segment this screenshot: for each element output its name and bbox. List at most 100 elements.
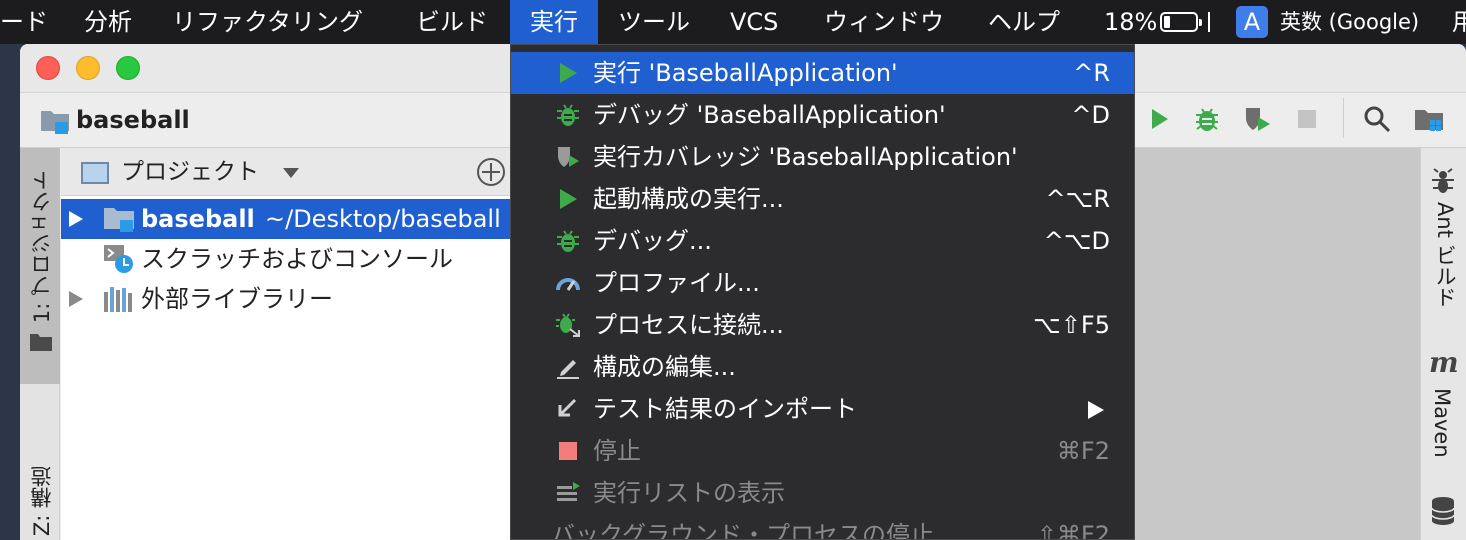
menu-item-label: デバッグ 'BaseballApplication' (593, 101, 946, 129)
project-folder-icon (41, 111, 69, 134)
scratches-console-icon (104, 245, 133, 273)
menu-item-label: 停止 (593, 437, 641, 465)
tree-item-scratches[interactable]: スクラッチおよびコンソール (61, 239, 511, 279)
run-icon (560, 189, 577, 209)
tab-project-label: 1: プロジェクト (30, 170, 54, 324)
debug-icon (557, 104, 579, 126)
menu-item-edit-config[interactable]: 構成の編集... (511, 346, 1134, 388)
maven-icon: m (1429, 346, 1459, 379)
menu-item-run-coverage[interactable]: 実行カバレッジ 'BaseballApplication' (511, 136, 1134, 178)
tab-ant-build[interactable]: Ant ビルド (1430, 202, 1460, 308)
import-arrow-icon (558, 398, 577, 417)
menu-refactor[interactable]: リファクタリング (172, 0, 363, 44)
menu-item-label: バックグラウンド・プロセスの停止... (551, 521, 957, 540)
search-icon[interactable] (1362, 104, 1392, 134)
run-with-coverage-icon (558, 147, 579, 167)
menu-item-shortcut: ^⌥D (1043, 227, 1110, 255)
tree-item-label: スクラッチおよびコンソール (141, 245, 453, 273)
menu-window[interactable]: ウィンドウ (824, 0, 944, 44)
close-window-button[interactable] (36, 56, 60, 80)
run-dropdown-menu: 実行 'BaseballApplication' ^R デバッグ 'Baseba… (510, 44, 1135, 540)
menu-item-debug[interactable]: デバッグ... ^⌥D (511, 220, 1134, 262)
battery-icon[interactable] (1160, 12, 1202, 32)
zoom-window-button[interactable] (116, 56, 140, 80)
input-method-label[interactable]: 英数 (Google) (1280, 0, 1419, 44)
editor-area (1130, 148, 1420, 540)
menu-item-shortcut: ⌥⇧F5 (1033, 311, 1110, 339)
expand-arrow-icon[interactable] (69, 291, 83, 307)
project-panel-header: プロジェクト (61, 148, 511, 196)
project-tool-window: プロジェクト baseball ~/Desktop/baseball スクラッチ… (61, 148, 511, 540)
debug-icon (557, 230, 579, 252)
project-view-selector[interactable]: プロジェクト (121, 148, 259, 196)
menu-item-shortcut: ^R (1073, 59, 1110, 87)
menu-item-stop[interactable]: 停止 ⌘F2 (511, 430, 1134, 472)
menu-run[interactable]: 実行 (510, 0, 598, 44)
menu-item-import-tests[interactable]: テスト結果のインポート (511, 388, 1134, 430)
menu-item-shortcut: ^⌥R (1045, 185, 1110, 213)
menu-item-label: 実行 'BaseballApplication' (593, 59, 898, 87)
menu-item-shortcut: ^D (1071, 101, 1110, 129)
battery-tip-icon (1208, 12, 1210, 32)
menu-item-attach-process[interactable]: プロセスに接続... ⌥⇧F5 (511, 304, 1134, 346)
menu-item-shortcut: ⌘F2 (1056, 437, 1110, 465)
tab-project[interactable]: 1: プロジェクト (20, 148, 60, 384)
run-icon[interactable] (1144, 104, 1174, 134)
input-method-icon[interactable]: A (1236, 6, 1268, 38)
debug-icon[interactable] (1192, 104, 1222, 134)
menu-item-shortcut: ⇧⌘F2 (1036, 521, 1110, 540)
menu-trailing-item[interactable]: 用 (1452, 0, 1466, 44)
menu-tools[interactable]: ツール (618, 0, 690, 44)
tab-maven[interactable]: Maven (1430, 388, 1454, 458)
profiler-gauge-icon (556, 278, 580, 291)
right-tool-stripe: Ant ビルド m Maven (1420, 148, 1466, 540)
edit-pencil-icon (557, 360, 579, 379)
menu-help[interactable]: ヘルプ (988, 0, 1060, 44)
run-with-coverage-icon[interactable] (1242, 104, 1272, 134)
menu-item-label: プロファイル... (593, 269, 760, 297)
menu-item-label: 実行リストの表示 (593, 479, 785, 507)
expand-arrow-icon[interactable] (69, 211, 83, 227)
module-folder-icon (104, 208, 134, 232)
tree-item-path: ~/Desktop/baseball (265, 205, 501, 233)
breadcrumb-project[interactable]: baseball (76, 93, 190, 147)
run-icon (560, 63, 577, 83)
minimize-window-button[interactable] (76, 56, 100, 80)
tree-item-label: 外部ライブラリー (141, 285, 333, 313)
menu-item-label: 構成の編集... (593, 353, 736, 381)
submenu-arrow-icon (1088, 401, 1104, 419)
stop-icon (559, 442, 577, 460)
tab-structure[interactable]: Z: 構造 (27, 466, 57, 536)
library-icon (104, 287, 132, 312)
battery-percent: 18% (1104, 8, 1158, 36)
chevron-down-icon[interactable] (283, 168, 299, 178)
menu-item-run-app[interactable]: 実行 'BaseballApplication' ^R (511, 52, 1134, 94)
project-structure-icon[interactable] (1414, 104, 1444, 134)
locate-target-icon[interactable] (477, 158, 505, 186)
menu-item-label: 実行カバレッジ 'BaseballApplication' (593, 143, 1018, 171)
menu-item-run-config[interactable]: 起動構成の実行... ^⌥R (511, 178, 1134, 220)
menu-item-label: テスト結果のインポート (593, 395, 857, 423)
running-list-icon (557, 482, 580, 501)
attach-debugger-icon (556, 313, 580, 337)
menu-item-label: 起動構成の実行... (593, 185, 784, 213)
project-view-icon (81, 162, 109, 184)
menu-item-show-running-list[interactable]: 実行リストの表示 (511, 472, 1134, 514)
menu-item-stop-background[interactable]: バックグラウンド・プロセスの停止... ⇧⌘F2 (511, 514, 1134, 540)
menu-vcs[interactable]: VCS (730, 0, 778, 44)
left-tool-stripe: 1: プロジェクト Z: 構造 (20, 148, 60, 540)
menu-code[interactable]: ード (0, 0, 48, 44)
tree-item-external-libraries[interactable]: 外部ライブラリー (61, 279, 511, 319)
menu-item-label: プロセスに接続... (593, 311, 784, 339)
menu-analyze[interactable]: 分析 (84, 0, 132, 44)
menu-item-label: デバッグ... (593, 227, 712, 255)
stop-icon[interactable] (1292, 104, 1322, 134)
tree-item-baseball[interactable]: baseball ~/Desktop/baseball (61, 199, 511, 239)
menu-item-profile[interactable]: プロファイル... (511, 262, 1134, 304)
toolbar-separator (1343, 98, 1344, 138)
menu-item-debug-app[interactable]: デバッグ 'BaseballApplication' ^D (511, 94, 1134, 136)
menu-build[interactable]: ビルド (416, 0, 488, 44)
folder-icon (30, 334, 52, 351)
database-icon (1431, 497, 1455, 525)
tree-item-label: baseball (141, 205, 255, 233)
